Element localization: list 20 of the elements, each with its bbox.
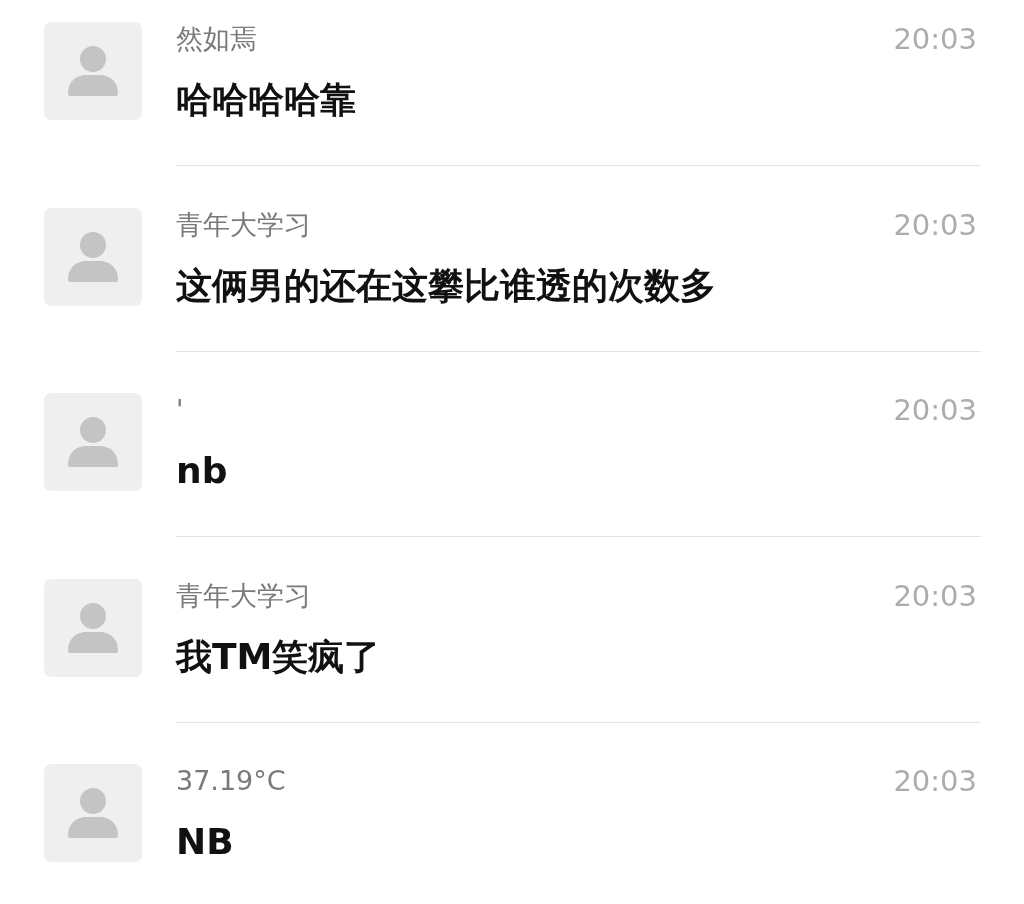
message-text: NB <box>176 820 234 864</box>
avatar-icon <box>44 22 142 120</box>
sender-name: 青年大学习 <box>176 578 311 613</box>
message-time: 20:03 <box>893 207 977 242</box>
sender-name: 然如焉 <box>176 22 257 56</box>
message-text: 哈哈哈哈靠 <box>176 78 356 122</box>
message-text: nb <box>176 449 228 493</box>
avatar-icon <box>44 207 142 306</box>
message-time: 20:03 <box>893 22 977 56</box>
sender-name: ' <box>176 393 184 427</box>
sender-name: 青年大学习 <box>176 207 311 242</box>
avatar-icon <box>44 764 142 862</box>
message-text: 这俩男的还在这攀比谁透的次数多 <box>176 263 716 308</box>
message-time: 20:03 <box>893 393 977 427</box>
avatar-icon <box>44 578 142 677</box>
sender-name: 37.19°C <box>176 764 286 798</box>
message-time: 20:03 <box>893 578 977 613</box>
message-text: 我TM笑疯了 <box>176 634 381 679</box>
avatar-icon <box>44 393 142 491</box>
message-time: 20:03 <box>893 764 977 798</box>
